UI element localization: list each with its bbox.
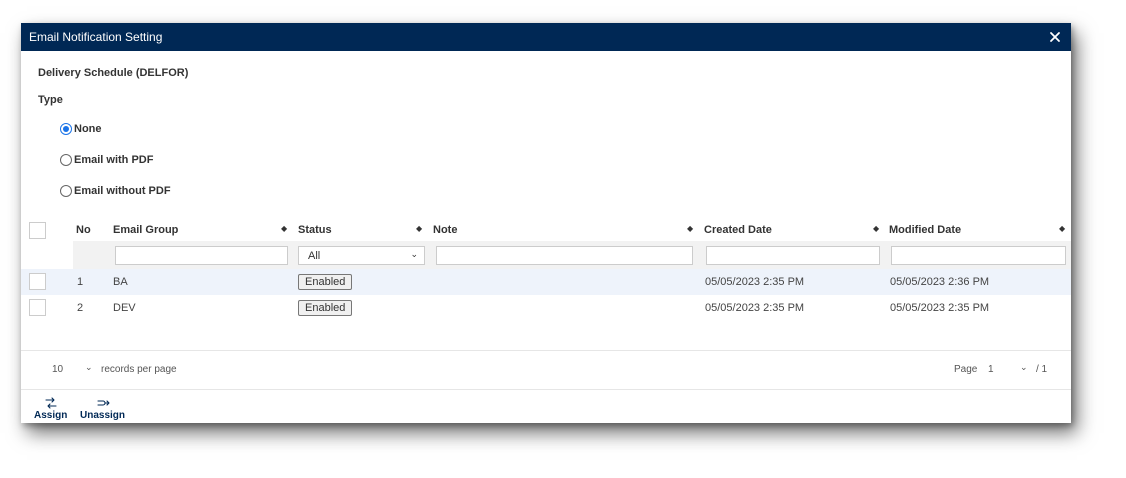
radio-email-with-pdf-label: Email with PDF bbox=[74, 154, 154, 166]
radio-email-with-pdf-indicator[interactable] bbox=[60, 154, 72, 166]
email-group-grid: No Email Group ◆ Status ◆ Note ◆ Created… bbox=[21, 219, 1071, 321]
filter-row: All ⌄ bbox=[21, 241, 1071, 269]
note-filter-input[interactable] bbox=[436, 246, 693, 265]
toolbar-divider bbox=[21, 389, 1071, 390]
status-filter-select[interactable]: All ⌄ bbox=[298, 246, 425, 265]
sort-icon[interactable]: ◆ bbox=[1059, 224, 1065, 234]
email-group-filter-input[interactable] bbox=[115, 246, 288, 265]
column-header-modified-date[interactable]: Modified Date bbox=[889, 224, 961, 236]
row-modified-date: 05/05/2023 2:36 PM bbox=[890, 276, 990, 288]
row-no: 2 bbox=[77, 302, 84, 314]
page-size-select[interactable]: 10 bbox=[52, 364, 63, 375]
pager: 10 ⌄ records per page Page 1 ⌄ / 1 bbox=[21, 350, 1071, 390]
column-header-email-group[interactable]: Email Group bbox=[113, 224, 178, 236]
status-badge: Enabled bbox=[298, 274, 353, 290]
unassign-label: Unassign bbox=[80, 410, 126, 421]
radio-none-label: None bbox=[74, 123, 102, 135]
sort-icon[interactable]: ◆ bbox=[687, 224, 693, 234]
radio-email-without-pdf-label: Email without PDF bbox=[74, 185, 171, 197]
row-no: 1 bbox=[77, 276, 84, 288]
table-row[interactable]: 2 DEV Enabled 05/05/2023 2:35 PM 05/05/2… bbox=[21, 295, 1071, 321]
radio-email-without-pdf[interactable]: Email without PDF bbox=[60, 185, 171, 197]
status-filter-value: All bbox=[308, 250, 321, 262]
row-modified-date: 05/05/2023 2:35 PM bbox=[890, 302, 990, 314]
column-header-note[interactable]: Note bbox=[433, 224, 457, 236]
column-header-status[interactable]: Status bbox=[298, 224, 332, 236]
page-number-select[interactable]: 1 bbox=[988, 364, 994, 375]
unassign-button[interactable]: Unassign bbox=[80, 397, 125, 421]
grid-header: No Email Group ◆ Status ◆ Note ◆ Created… bbox=[21, 219, 1071, 241]
assign-label: Assign bbox=[34, 410, 68, 421]
unassign-icon bbox=[96, 400, 110, 406]
modified-date-filter-input[interactable] bbox=[891, 246, 1066, 265]
chevron-down-icon[interactable]: ⌄ bbox=[1020, 362, 1028, 373]
page-total: / 1 bbox=[1036, 364, 1048, 375]
row-created-date: 05/05/2023 2:35 PM bbox=[705, 276, 805, 288]
created-date-filter-input[interactable] bbox=[706, 246, 880, 265]
section-title: Delivery Schedule (DELFOR) bbox=[38, 67, 189, 79]
chevron-down-icon[interactable]: ⌄ bbox=[85, 362, 93, 373]
type-label: Type bbox=[38, 94, 63, 106]
status-badge: Enabled bbox=[298, 300, 353, 316]
sort-icon[interactable]: ◆ bbox=[873, 224, 879, 234]
row-email-group: DEV bbox=[113, 302, 136, 314]
column-header-created-date[interactable]: Created Date bbox=[704, 224, 772, 236]
radio-none-indicator[interactable] bbox=[60, 123, 72, 135]
close-icon bbox=[1050, 32, 1060, 42]
table-row[interactable]: 1 BA Enabled 05/05/2023 2:35 PM 05/05/20… bbox=[21, 269, 1071, 295]
radio-none[interactable]: None bbox=[60, 123, 102, 135]
row-checkbox[interactable] bbox=[29, 299, 46, 316]
dialog-title: Email Notification Setting bbox=[29, 30, 163, 44]
radio-email-with-pdf[interactable]: Email with PDF bbox=[60, 154, 153, 166]
sort-icon[interactable]: ◆ bbox=[281, 224, 287, 234]
row-email-group: BA bbox=[113, 276, 128, 288]
close-button[interactable] bbox=[1047, 29, 1063, 45]
radio-email-without-pdf-indicator[interactable] bbox=[60, 185, 72, 197]
sort-icon[interactable]: ◆ bbox=[416, 224, 422, 234]
email-notification-dialog: Email Notification Setting Delivery Sche… bbox=[21, 23, 1071, 423]
assign-icon bbox=[45, 397, 57, 409]
assign-button[interactable]: Assign bbox=[34, 397, 67, 421]
records-per-page-label: records per page bbox=[101, 364, 177, 375]
row-created-date: 05/05/2023 2:35 PM bbox=[705, 302, 805, 314]
column-header-no[interactable]: No bbox=[76, 224, 91, 236]
row-checkbox[interactable] bbox=[29, 273, 46, 290]
page-label: Page bbox=[954, 364, 978, 375]
chevron-down-icon: ⌄ bbox=[410, 249, 418, 259]
dialog-titlebar: Email Notification Setting bbox=[21, 23, 1071, 51]
select-all-checkbox[interactable] bbox=[29, 222, 46, 239]
